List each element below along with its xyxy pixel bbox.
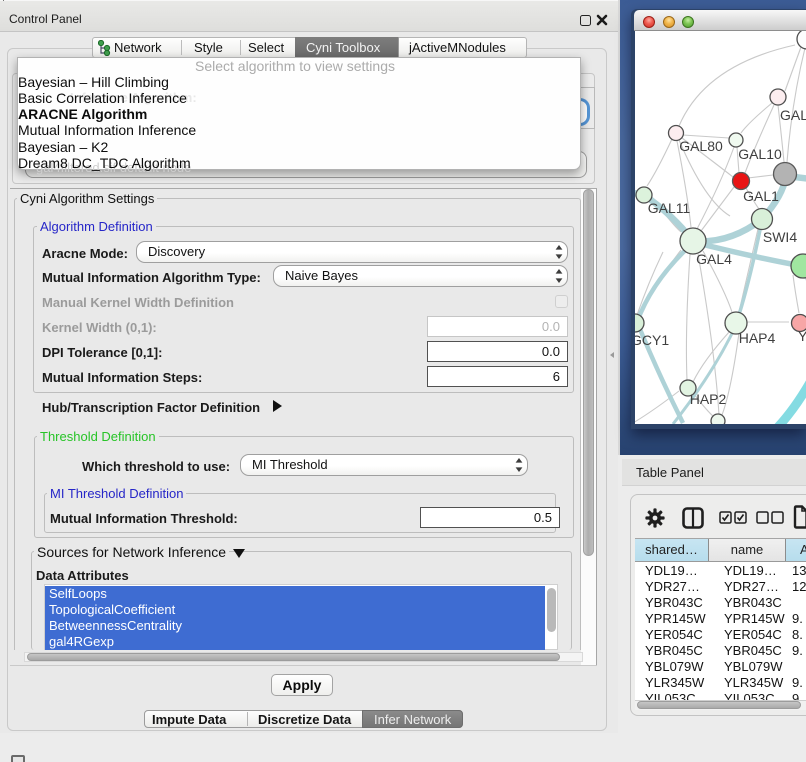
svg-text:YM: YM [798,328,806,344]
svg-text:HAP4: HAP4 [739,330,776,346]
svg-text:GAL4: GAL4 [696,251,732,267]
svg-text:GAL: GAL [780,107,806,123]
svg-text:HAP2: HAP2 [690,391,727,407]
svg-text:GCY1: GCY1 [635,332,669,348]
svg-text:GAL1: GAL1 [743,188,779,204]
svg-text:GAL10: GAL10 [738,146,782,162]
svg-text:GAL80: GAL80 [679,138,723,154]
svg-text:GAL11: GAL11 [648,200,691,216]
svg-text:SWI4: SWI4 [763,229,797,245]
